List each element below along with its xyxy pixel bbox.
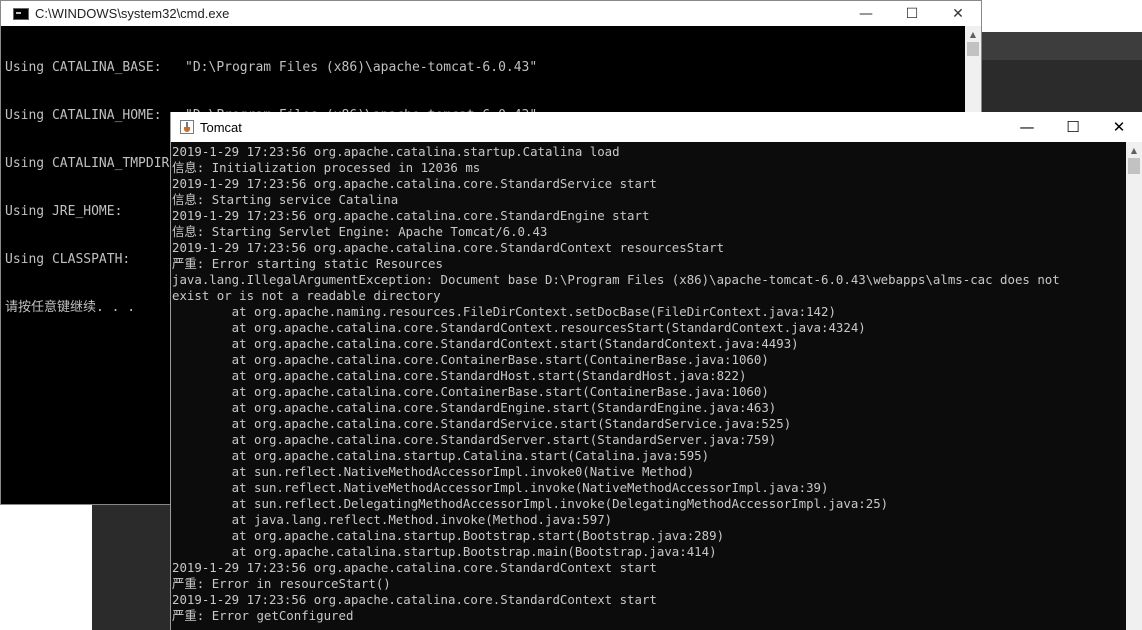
- tomcat-window-controls: — ☐ ✕: [1004, 112, 1142, 142]
- scroll-thumb[interactable]: [967, 42, 979, 56]
- log-line: 2019-1-29 17:23:56 org.apache.catalina.s…: [172, 144, 620, 159]
- background-window-fragment: [92, 505, 172, 630]
- log-line: 严重: Error getConfigured: [172, 608, 354, 623]
- close-button[interactable]: ✕: [1096, 112, 1142, 142]
- cmd-titlebar[interactable]: C:\WINDOWS\system32\cmd.exe — ☐ ✕: [1, 1, 981, 26]
- log-line: java.lang.IllegalArgumentException: Docu…: [172, 272, 1060, 287]
- stack-trace-line: at sun.reflect.NativeMethodAccessorImpl.…: [172, 464, 695, 479]
- scroll-thumb[interactable]: [1128, 158, 1140, 174]
- stack-trace-line: at org.apache.catalina.startup.Bootstrap…: [172, 528, 725, 543]
- minimize-button[interactable]: —: [1004, 112, 1050, 142]
- stack-trace-line: at org.apache.catalina.core.ContainerBas…: [172, 384, 769, 399]
- cmd-window-title: C:\WINDOWS\system32\cmd.exe: [35, 6, 230, 21]
- console-icon: [13, 7, 29, 20]
- minimize-button[interactable]: —: [843, 1, 889, 26]
- stack-trace-line: at sun.reflect.DelegatingMethodAccessorI…: [172, 496, 889, 511]
- log-line: 2019-1-29 17:23:56 org.apache.catalina.c…: [172, 208, 650, 223]
- maximize-button[interactable]: ☐: [1050, 112, 1096, 142]
- background-window-fragment: [982, 60, 1142, 115]
- scroll-up-arrow-icon[interactable]: ▲: [1126, 142, 1142, 158]
- close-button[interactable]: ✕: [935, 1, 981, 26]
- tomcat-window-title: Tomcat: [200, 119, 242, 135]
- java-icon: [180, 120, 194, 134]
- tomcat-titlebar[interactable]: Tomcat — ☐ ✕: [171, 112, 1142, 142]
- stack-trace-line: at org.apache.catalina.startup.Bootstrap…: [172, 544, 717, 559]
- log-line: exist or is not a readable directory: [172, 288, 441, 303]
- log-line: 2019-1-29 17:23:56 org.apache.catalina.c…: [172, 240, 725, 255]
- log-line: 2019-1-29 17:23:56 org.apache.catalina.c…: [172, 592, 657, 607]
- console-line: Using CATALINA_BASE: "D:\Program Files (…: [5, 60, 538, 75]
- log-line: 严重: Error starting static Resources: [172, 256, 443, 271]
- tomcat-console-output[interactable]: 2019-1-29 17:23:56 org.apache.catalina.s…: [171, 142, 1126, 630]
- stack-trace-line: at org.apache.catalina.startup.Catalina.…: [172, 448, 710, 463]
- log-line: 信息: Starting service Catalina: [172, 192, 399, 207]
- log-line: 严重: Error in resourceStart(): [172, 576, 391, 591]
- stack-trace-line: at org.apache.naming.resources.FileDirCo…: [172, 304, 836, 319]
- stack-trace-line: at org.apache.catalina.core.StandardCont…: [172, 336, 799, 351]
- stack-trace-line: at org.apache.catalina.core.ContainerBas…: [172, 352, 769, 367]
- log-line: 信息: Initialization processed in 12036 ms: [172, 160, 481, 175]
- log-line: 2019-1-29 17:23:56 org.apache.catalina.c…: [172, 560, 657, 575]
- stack-trace-line: at org.apache.catalina.core.StandardHost…: [172, 368, 747, 383]
- stack-trace-line: at org.apache.catalina.core.StandardEngi…: [172, 400, 777, 415]
- tomcat-window[interactable]: Tomcat — ☐ ✕ 2019-1-29 17:23:56 org.apac…: [170, 112, 1142, 630]
- stack-trace-line: at org.apache.catalina.core.StandardCont…: [172, 320, 866, 335]
- scroll-up-arrow-icon[interactable]: ▲: [965, 26, 981, 42]
- stack-trace-line: at org.apache.catalina.core.StandardServ…: [172, 416, 792, 431]
- log-line: 信息: Starting Servlet Engine: Apache Tomc…: [172, 224, 548, 239]
- cmd-window-controls: — ☐ ✕: [843, 1, 981, 26]
- stack-trace-line: at org.apache.catalina.core.StandardServ…: [172, 432, 777, 447]
- log-line: 2019-1-29 17:23:56 org.apache.catalina.c…: [172, 176, 657, 191]
- stack-trace-line: at sun.reflect.NativeMethodAccessorImpl.…: [172, 480, 829, 495]
- background-window-strip: [982, 32, 1142, 60]
- maximize-button[interactable]: ☐: [889, 1, 935, 26]
- tomcat-vertical-scrollbar[interactable]: ▲: [1126, 142, 1142, 630]
- stack-trace-line: at java.lang.reflect.Method.invoke(Metho…: [172, 512, 613, 527]
